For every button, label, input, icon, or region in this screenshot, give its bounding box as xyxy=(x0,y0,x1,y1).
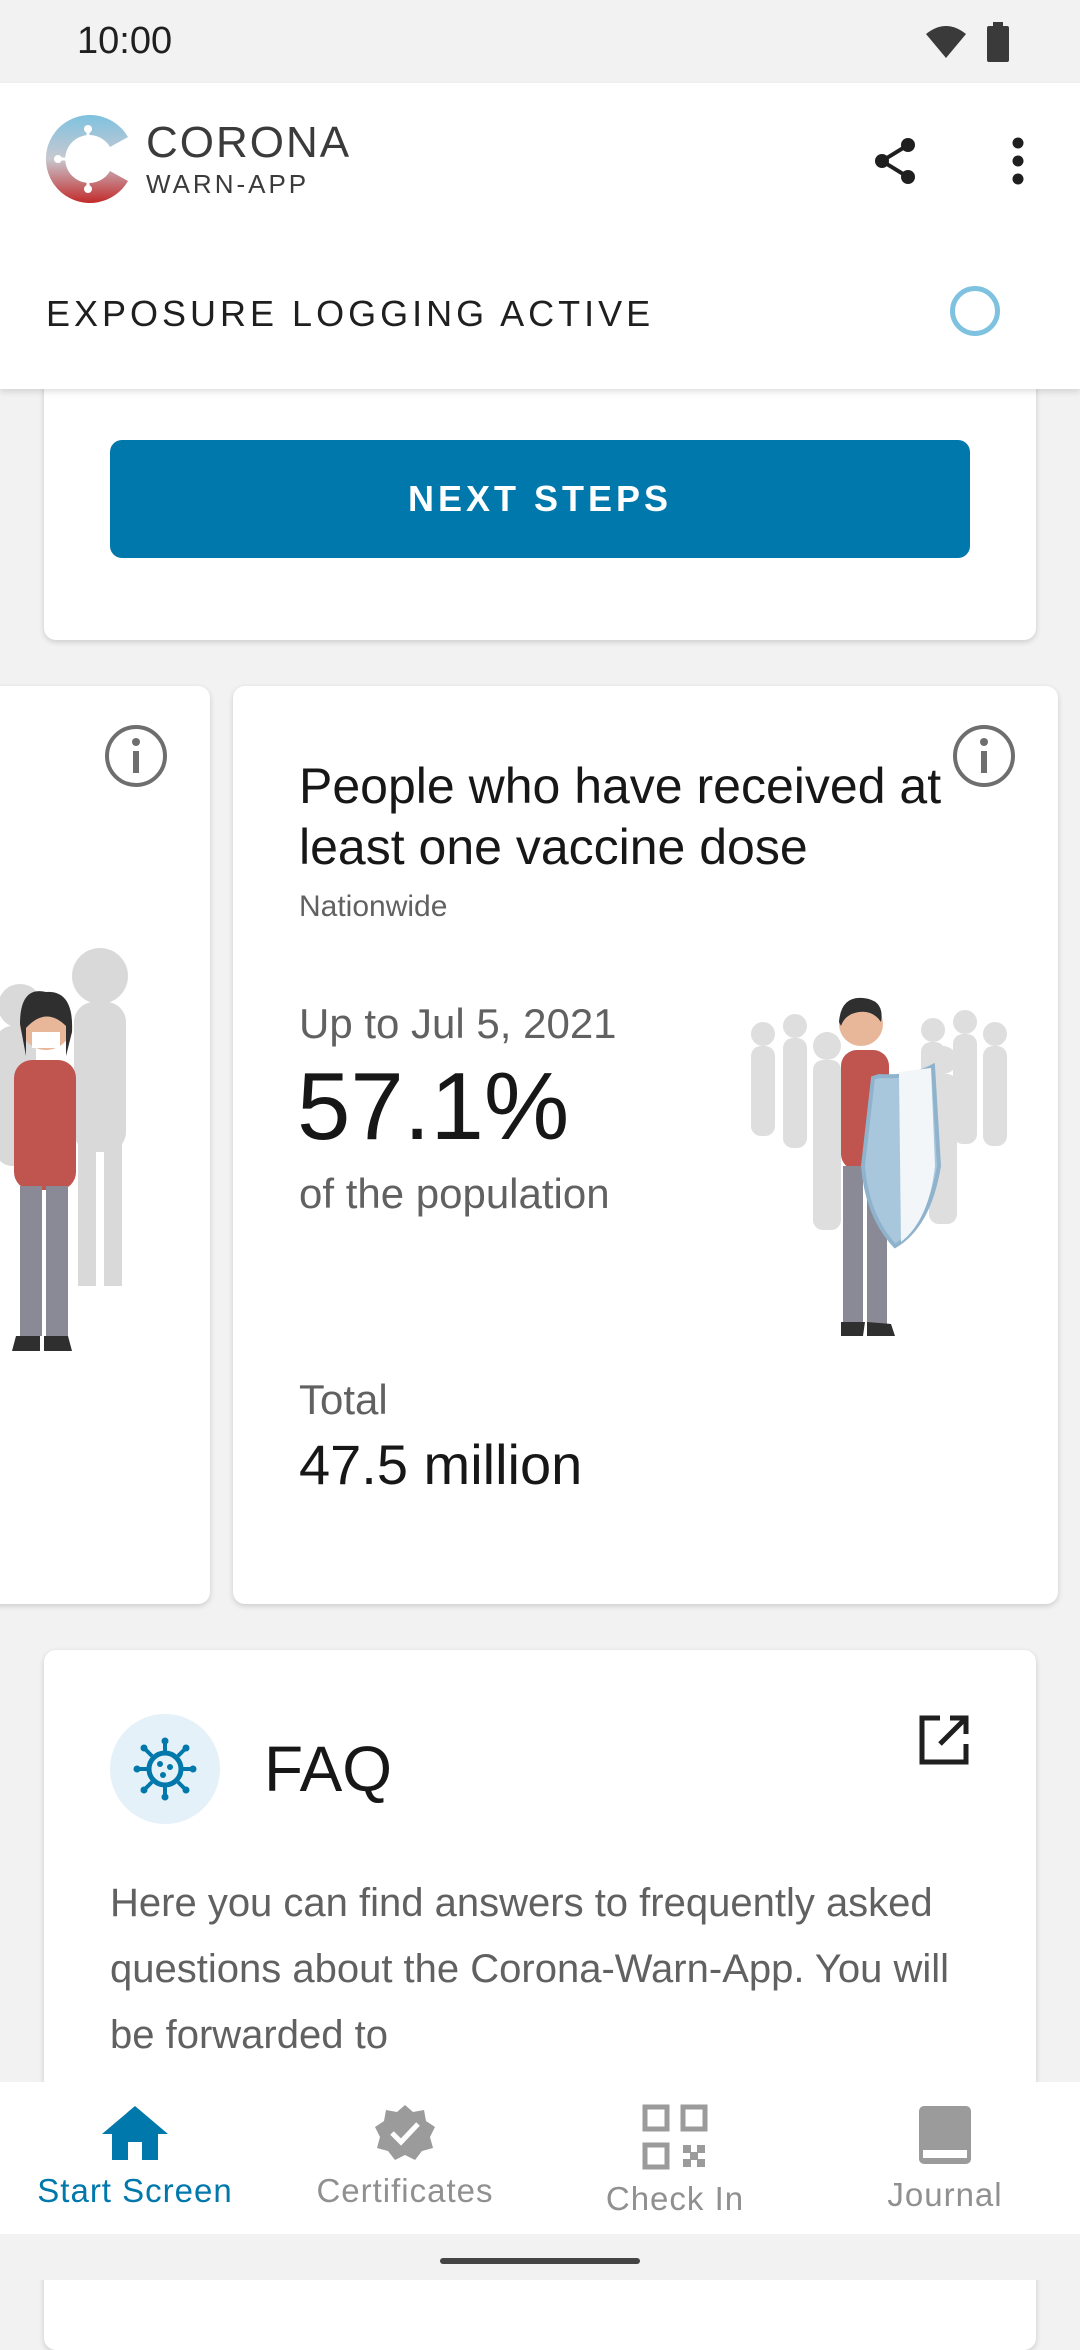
battery-icon xyxy=(987,22,1009,62)
faq-body-text: Here you can find answers to frequently … xyxy=(110,1881,950,2057)
journal-icon xyxy=(919,2106,971,2164)
home-gesture-bar[interactable] xyxy=(440,2258,640,2264)
faq-title: FAQ xyxy=(264,1733,393,1805)
nav-label-start-screen: Start Screen xyxy=(37,2172,233,2209)
vaccination-statistics-card[interactable]: People who have received at least one va… xyxy=(233,686,1058,1604)
system-status-bar: 10:00 xyxy=(0,0,1080,83)
stat-value-description: of the population xyxy=(299,1170,610,1217)
nav-check-in[interactable]: Check In xyxy=(540,2082,810,2234)
tracing-progress-ring-icon xyxy=(950,286,1000,336)
nav-label-journal: Journal xyxy=(887,2176,1003,2213)
logo-title: CORONA xyxy=(146,118,352,167)
stat-title: People who have received at least one va… xyxy=(299,758,942,875)
stat-date: Up to Jul 5, 2021 xyxy=(299,1000,617,1047)
nav-label-certificates: Certificates xyxy=(316,2172,494,2209)
status-time: 10:00 xyxy=(77,20,173,62)
stat-value: 57.1% xyxy=(297,1053,570,1160)
nav-journal[interactable]: Journal xyxy=(810,2082,1080,2234)
tracing-status-row[interactable]: EXPOSURE LOGGING ACTIVE xyxy=(0,259,1080,375)
faq-icon-container xyxy=(110,1714,220,1824)
statistics-card-previous[interactable] xyxy=(0,686,210,1604)
home-icon xyxy=(102,2106,168,2160)
corona-logo-icon xyxy=(45,115,128,204)
certificate-icon xyxy=(375,2105,435,2160)
status-icons xyxy=(924,22,1010,62)
next-steps-button[interactable]: NEXT STEPS xyxy=(110,440,970,558)
open-external-link-icon[interactable] xyxy=(914,1710,974,1770)
info-icon[interactable] xyxy=(104,724,168,788)
app-header: CORONA WARN-APP EXPOSURE LOGGING ACTIVE xyxy=(0,83,1080,389)
virus-icon xyxy=(133,1737,197,1801)
share-button[interactable] xyxy=(868,133,924,189)
logo-subtitle: WARN-APP xyxy=(146,169,310,199)
more-vert-icon xyxy=(1012,137,1024,185)
stat-total-label: Total xyxy=(299,1376,388,1423)
qr-code-icon xyxy=(642,2104,708,2170)
wifi-icon xyxy=(926,26,966,58)
nav-start-screen[interactable]: Start Screen xyxy=(0,2082,270,2234)
tracing-status-text: EXPOSURE LOGGING ACTIVE xyxy=(46,293,655,334)
share-icon xyxy=(875,138,915,184)
gesture-navigation-area xyxy=(0,2234,1080,2280)
people-illustration xyxy=(0,948,128,1351)
bottom-navigation: Start Screen Certificates Check In Journ… xyxy=(0,2082,1080,2234)
vaccinated-person-shield-illustration xyxy=(751,997,1007,1336)
stat-total-value: 47.5 million xyxy=(299,1433,583,1496)
nav-label-check-in: Check In xyxy=(605,2180,745,2217)
app-logo: CORONA WARN-APP xyxy=(42,109,351,209)
overflow-menu-button[interactable] xyxy=(990,133,1046,189)
stat-region: Nationwide xyxy=(299,890,448,923)
nav-certificates[interactable]: Certificates xyxy=(270,2082,540,2234)
